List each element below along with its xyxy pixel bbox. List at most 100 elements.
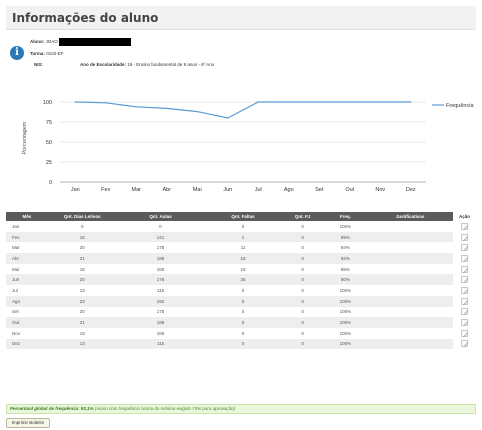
table-cell [367,338,453,350]
table-cell: 186 [116,317,205,328]
table-cell: 0 [204,338,282,350]
table-cell: 185 [116,253,205,264]
table-cell: 18 [47,263,117,275]
edit-icon[interactable] [460,297,468,305]
action-cell [452,242,476,254]
data-point [135,106,137,108]
table-cell: 0 [281,221,324,232]
table-cell: Out [6,317,48,328]
table-cell: 99% [323,231,368,243]
redaction-block [58,38,131,46]
info-icon: i [10,46,24,60]
action-cell [452,327,476,339]
edit-icon[interactable] [460,308,468,316]
data-point [318,101,320,103]
data-point [349,101,351,103]
table-cell: 13 [47,338,117,350]
table-cell: Jan [6,221,48,232]
table-cell: 21 [47,317,117,328]
table-cell: 11 [204,242,282,254]
column-header: Justificativas [367,212,453,221]
table-row: Abr 21 185 15 0 92% [6,253,476,264]
table-cell: 21 [47,253,117,264]
action-cell [452,231,476,243]
table-cell [367,263,453,275]
action-cell [452,338,476,350]
table-cell [367,306,453,318]
table-cell [367,242,453,254]
x-tick-label: Mai [193,187,202,193]
x-tick-label: Fev [101,187,110,193]
table-cell: 0 [281,263,324,275]
frequency-chart: 0 25 50 75 100 Jan Fev Mar Abr Mai Jun Jul Ago Set Out… [0,86,482,204]
table-cell: 100% [323,306,368,318]
edit-icon[interactable] [460,340,468,348]
edit-icon[interactable] [460,329,468,337]
data-point [410,101,412,103]
table-cell: 192 [116,295,205,307]
table-row: Jun 20 176 35 0 80% [6,274,476,286]
page-title: Informações do aluno [12,11,159,25]
table-cell: 141 [116,231,205,243]
edit-icon[interactable] [460,286,468,294]
turma-value: 0102-EF [46,51,64,56]
edit-icon[interactable] [460,265,468,273]
column-header: Ação [452,212,476,221]
table-cell: 115 [116,338,205,350]
y-tick-label: 100 [43,100,52,106]
table-cell: 0 [47,221,117,232]
edit-icon[interactable] [460,319,468,327]
nis-row: NIS: [34,62,43,67]
column-header: Qnt. Aulas [116,212,205,221]
table-cell: 100% [323,221,368,232]
ano-value: 19 - Ensino fundamental de 9 anos - 6º A… [127,62,215,67]
table-row: Set 20 178 0 0 100% [6,306,476,318]
action-cell [452,253,476,264]
table-cell: 0 [281,253,324,264]
series-line [75,101,411,119]
column-header: Qnt. Faltas [204,212,282,221]
table-cell: 0 [281,274,324,286]
x-tick-label: Out [345,187,354,193]
ano-row: Ano de Escolaridade: 19 - Ensino fundame… [80,62,214,67]
action-cell [452,295,476,307]
table-row: Nov 19 166 0 0 100% [6,327,476,339]
table-cell: 13 [47,285,117,296]
notice-text: (Aluno com frequência acima do mínimo ex… [94,406,236,411]
table-cell [367,285,453,296]
table-cell: 35 [204,274,282,286]
table-cell: 19 [47,327,117,339]
edit-icon[interactable] [460,222,468,230]
table-cell: 0 [281,327,324,339]
table-cell: 20 [47,306,117,318]
table-row: Jul 13 115 0 0 100% [6,285,476,296]
action-cell [452,274,476,286]
table-header-row: Mês Qnt. Dias Letivos Qnt. Aulas Qnt. Falta… [6,212,476,221]
attendance-notice: Percentual global de frequência: 93,1% (… [6,404,476,414]
table-cell [367,274,453,286]
data-point [196,111,198,113]
table-row: Jan 0 0 0 0 100% [6,221,476,232]
student-info: i Aluno: JOAO Turma: 0102-EF NIS: Ano de… [6,34,476,78]
action-cell [452,221,476,232]
nis-label: NIS: [34,62,43,67]
data-point [288,101,290,103]
edit-icon[interactable] [460,254,468,262]
edit-icon[interactable] [460,276,468,284]
table-cell: 92% [323,253,368,264]
table-cell: Jul [6,285,48,296]
y-tick-label: 50 [46,140,52,146]
action-cell [452,285,476,296]
chart-svg: 0 25 50 75 100 Jan Fev Mar Abr Mai Jun Jul Ago Set Out… [22,100,474,193]
edit-icon[interactable] [460,244,468,252]
print-report-button[interactable]: Imprimir Boletim [6,418,50,428]
x-tick-label: Ago [284,187,294,193]
edit-icon[interactable] [460,233,468,241]
table-cell: 0 [281,231,324,243]
table-cell: 19 [204,263,282,275]
table-body: Jan 0 0 0 0 100% Fev 16 141 1 0 99% Mar 20 178 11 0 94% Ab… [6,221,476,350]
table-row: Dez 13 115 0 0 100% [6,338,476,350]
table-cell [367,317,453,328]
table-cell: Nov [6,327,48,339]
table-cell [367,231,453,243]
